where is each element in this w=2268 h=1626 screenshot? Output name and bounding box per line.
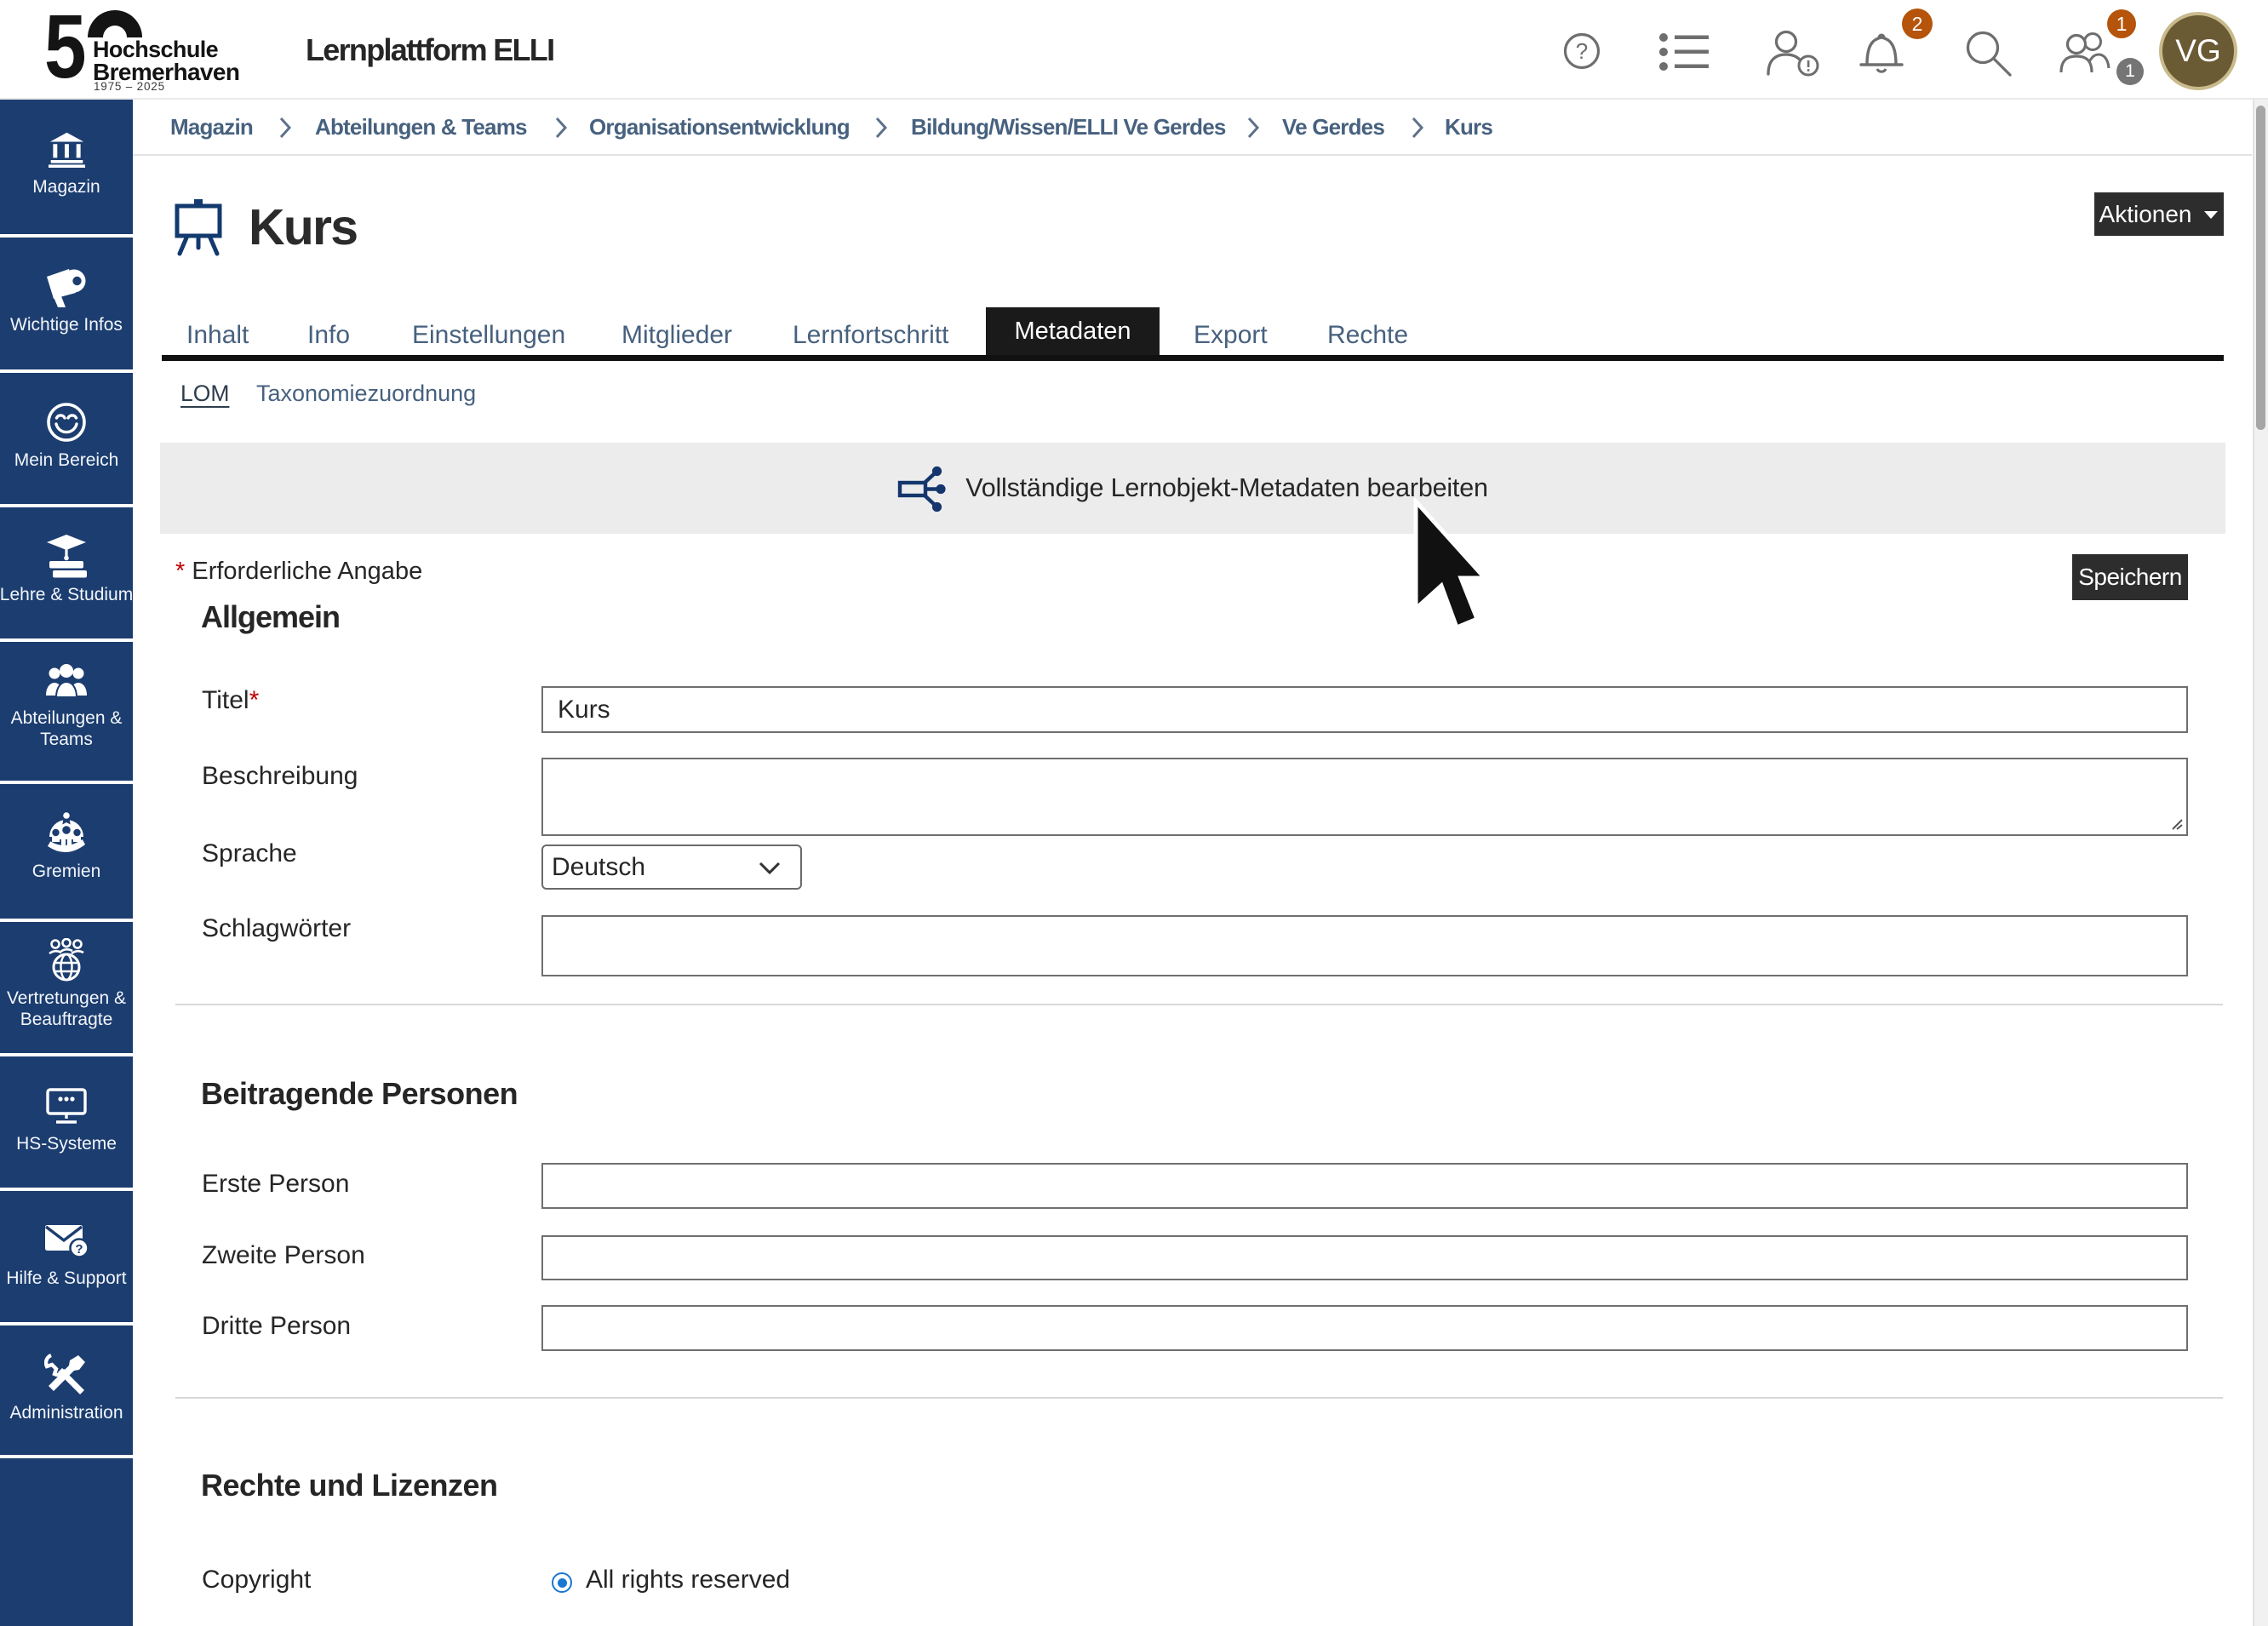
- svg-text:1975 – 2025: 1975 – 2025: [94, 80, 165, 93]
- svg-text:?: ?: [1576, 38, 1588, 64]
- svg-text:?: ?: [75, 1242, 83, 1257]
- svg-text:5: 5: [44, 7, 87, 95]
